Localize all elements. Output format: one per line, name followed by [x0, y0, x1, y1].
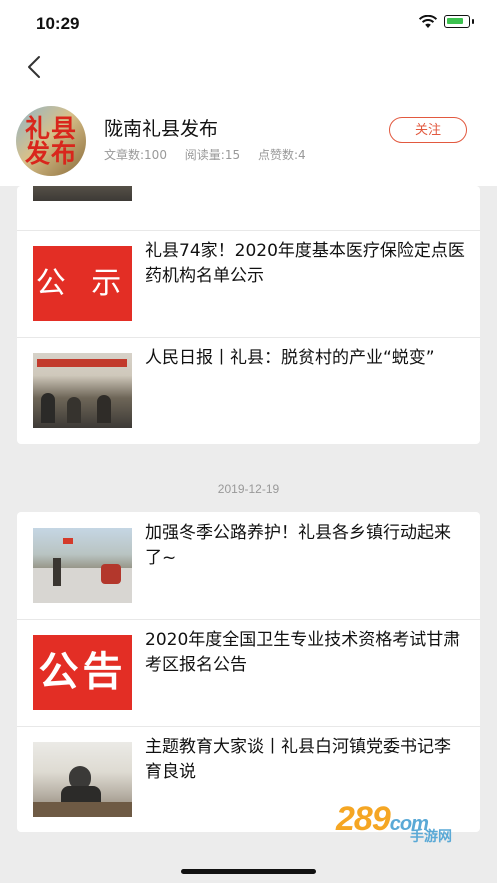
account-stats: 文章数:100 阅读量:15 点赞数:4 [104, 146, 320, 163]
battery-icon [444, 15, 470, 28]
home-indicator [181, 869, 316, 874]
status-bar: 10:29 [0, 0, 497, 44]
article-item[interactable] [17, 186, 480, 217]
account-name: 陇南礼县发布 [104, 118, 219, 140]
like-count: 点赞数:4 [257, 148, 306, 162]
article-item[interactable]: 人民日报丨礼县：脱贫村的产业“蜕变” [17, 337, 480, 444]
wifi-icon [418, 15, 438, 28]
follow-button[interactable]: 关注 [389, 117, 467, 143]
notice-thumbnail: 公告 [33, 635, 132, 710]
battery-cap [472, 19, 474, 24]
read-count: 阅读量:15 [184, 148, 241, 162]
nav-bar [0, 44, 497, 94]
account-header: 礼县 发布 陇南礼县发布 文章数:100 阅读量:15 点赞数:4 关注 [0, 94, 497, 186]
account-avatar[interactable]: 礼县 发布 [16, 106, 86, 176]
article-title: 礼县74家！2020年度基本医疗保险定点医药机构名单公示 [145, 241, 465, 286]
article-count: 文章数:100 [104, 148, 167, 162]
article-card-group: 公 示 礼县74家！2020年度基本医疗保险定点医药机构名单公示 人民日报丨礼县… [17, 186, 480, 444]
watermark-sub: 手游网 [410, 829, 452, 845]
article-title: 2020年度全国卫生专业技术资格考试甘肃考区报名公告 [145, 630, 461, 675]
article-thumbnail [33, 186, 132, 201]
article-thumbnail [33, 742, 132, 817]
article-title: 人民日报丨礼县：脱贫村的产业“蜕变” [145, 348, 435, 368]
article-item[interactable]: 加强冬季公路养护！礼县各乡镇行动起来了~ [17, 512, 480, 619]
article-item[interactable]: 公 示 礼县74家！2020年度基本医疗保险定点医药机构名单公示 [17, 230, 480, 337]
avatar-logo-text: 礼县 发布 [24, 114, 77, 168]
notice-thumbnail: 公 示 [33, 246, 132, 321]
article-thumbnail [33, 528, 132, 603]
article-card-group: 加强冬季公路养护！礼县各乡镇行动起来了~ 公告 2020年度全国卫生专业技术资格… [17, 512, 480, 832]
article-item[interactable]: 公告 2020年度全国卫生专业技术资格考试甘肃考区报名公告 [17, 619, 480, 726]
article-title: 主题教育大家谈丨礼县白河镇党委书记李育良说 [145, 737, 451, 782]
date-separator: 2019-12-19 [217, 482, 280, 496]
article-title: 加强冬季公路养护！礼县各乡镇行动起来了~ [145, 523, 451, 568]
status-time: 10:29 [36, 14, 80, 33]
article-thumbnail [33, 353, 132, 428]
back-arrow-icon[interactable] [22, 50, 50, 84]
